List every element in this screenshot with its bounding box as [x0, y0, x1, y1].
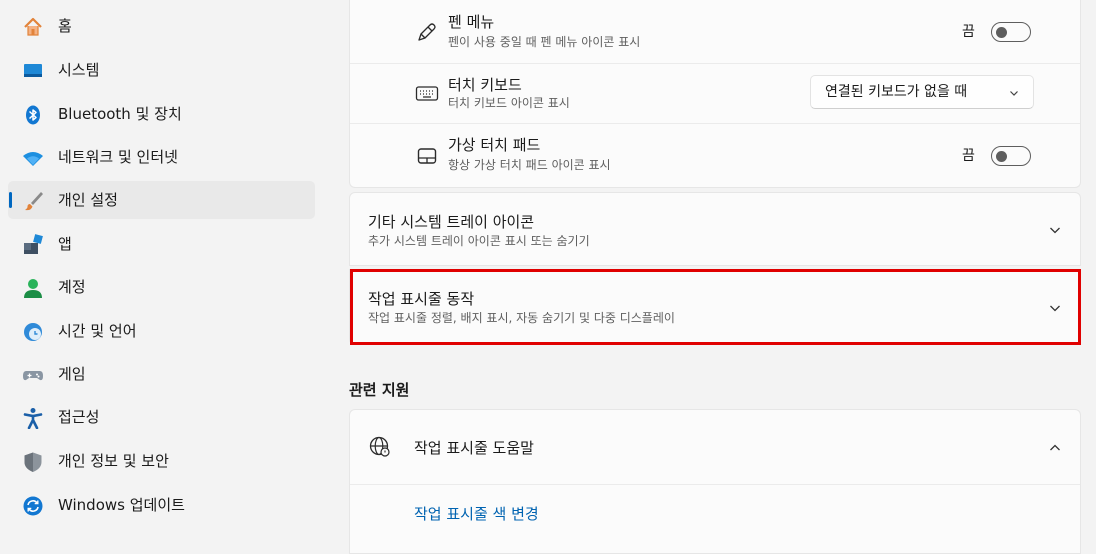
- update-icon: [22, 495, 44, 517]
- toggle-knob: [996, 27, 1007, 38]
- system-icon: [22, 60, 44, 82]
- sidebar-item-label: Windows 업데이트: [58, 496, 185, 514]
- accessibility-icon: [22, 407, 44, 429]
- sidebar-item-label: 홈: [58, 17, 72, 35]
- sidebar-item-label: 네트워크 및 인터넷: [58, 148, 178, 166]
- gamepad-icon: [22, 364, 44, 386]
- sidebar-item-label: 앱: [58, 235, 72, 253]
- pen-menu-toggle-state: 끔: [962, 24, 975, 40]
- chevron-up-icon: [1050, 444, 1060, 451]
- virtual-touchpad-toggle[interactable]: [991, 146, 1031, 166]
- sidebar-item-bluetooth[interactable]: Bluetooth 및 장치: [8, 95, 315, 133]
- pen-icon: [414, 19, 440, 45]
- sidebar-item-label: 계정: [58, 278, 86, 296]
- apps-icon: [22, 234, 44, 256]
- pen-menu-row: 펜 메뉴 펜이 사용 중일 때 펜 메뉴 아이콘 표시 끔: [350, 0, 1080, 63]
- sidebar-item-label: Bluetooth 및 장치: [58, 105, 182, 123]
- virtual-touchpad-toggle-state: 끔: [962, 148, 975, 164]
- time-language-icon: [22, 321, 44, 343]
- virtual-touchpad-row: 가상 터치 패드 항상 가상 터치 패드 아이콘 표시 끔: [350, 124, 1080, 187]
- sidebar-item-label: 개인 설정: [58, 191, 118, 209]
- sidebar-item-privacy[interactable]: 개인 정보 및 보안: [8, 442, 315, 480]
- touch-keyboard-dropdown[interactable]: 연결된 키보드가 없을 때: [810, 75, 1034, 109]
- keyboard-icon: [414, 80, 440, 106]
- chevron-down-icon: [1010, 91, 1018, 96]
- sidebar-item-label: 시스템: [58, 61, 100, 79]
- divider: [350, 484, 1080, 485]
- toggle-knob: [996, 151, 1007, 162]
- home-icon: [22, 16, 44, 38]
- navigation-sidebar: 홈 시스템 Bluetooth 및 장치 네트워크 및 인터넷 개인 설정 앱: [0, 0, 330, 545]
- bluetooth-icon: [22, 104, 44, 126]
- sidebar-item-apps[interactable]: 앱: [8, 225, 315, 263]
- sidebar-item-windows-update[interactable]: Windows 업데이트: [8, 486, 315, 524]
- account-icon: [22, 277, 44, 299]
- pen-menu-toggle[interactable]: [991, 22, 1031, 42]
- other-tray-icons-expander[interactable]: 기타 시스템 트레이 아이콘 추가 시스템 트레이 아이콘 표시 또는 숨기기: [349, 192, 1081, 266]
- shield-icon: [22, 451, 44, 473]
- chevron-down-icon: [1050, 227, 1060, 234]
- sidebar-item-gaming[interactable]: 게임: [8, 355, 315, 393]
- sidebar-item-time-language[interactable]: 시간 및 언어: [8, 312, 315, 350]
- sidebar-item-system[interactable]: 시스템: [8, 51, 315, 89]
- brush-icon: [22, 190, 44, 212]
- virtual-touchpad-title: 가상 터치 패드: [448, 136, 541, 154]
- touch-keyboard-subtitle: 터치 키보드 아이콘 표시: [448, 96, 570, 110]
- taskbar-help-header[interactable]: 작업 표시줄 도움말: [350, 410, 1080, 484]
- touchpad-icon: [414, 143, 440, 169]
- dropdown-value: 연결된 키보드가 없을 때: [825, 84, 968, 100]
- other-tray-title: 기타 시스템 트레이 아이콘: [368, 213, 535, 231]
- sidebar-item-home[interactable]: 홈: [8, 7, 315, 45]
- sidebar-item-personalization[interactable]: 개인 설정: [8, 181, 315, 219]
- wifi-icon: [22, 147, 44, 169]
- touch-keyboard-title: 터치 키보드: [448, 76, 522, 94]
- virtual-touchpad-subtitle: 항상 가상 터치 패드 아이콘 표시: [448, 158, 611, 172]
- sidebar-item-label: 시간 및 언어: [58, 322, 137, 340]
- globe-icon: [367, 434, 393, 460]
- pen-menu-title: 펜 메뉴: [448, 13, 495, 31]
- highlight-box: [350, 269, 1081, 345]
- sidebar-item-accounts[interactable]: 계정: [8, 268, 315, 306]
- related-support-heading: 관련 지원: [349, 381, 410, 399]
- sidebar-item-label: 개인 정보 및 보안: [58, 452, 169, 470]
- sidebar-item-network[interactable]: 네트워크 및 인터넷: [8, 138, 315, 176]
- taskbar-icons-card: 펜 메뉴 펜이 사용 중일 때 펜 메뉴 아이콘 표시 끔 터치 키보드 터치 …: [349, 0, 1081, 188]
- sidebar-item-label: 접근성: [58, 408, 100, 426]
- touch-keyboard-row: 터치 키보드 터치 키보드 아이콘 표시 연결된 키보드가 없을 때: [350, 64, 1080, 123]
- sidebar-item-label: 게임: [58, 365, 86, 383]
- taskbar-help-card: 작업 표시줄 도움말 작업 표시줄 색 변경: [349, 409, 1081, 554]
- selection-indicator: [9, 192, 12, 208]
- taskbar-help-title: 작업 표시줄 도움말: [414, 439, 534, 457]
- sidebar-item-accessibility[interactable]: 접근성: [8, 398, 315, 436]
- other-tray-subtitle: 추가 시스템 트레이 아이콘 표시 또는 숨기기: [368, 234, 590, 248]
- change-taskbar-color-link[interactable]: 작업 표시줄 색 변경: [414, 505, 539, 523]
- pen-menu-subtitle: 펜이 사용 중일 때 펜 메뉴 아이콘 표시: [448, 35, 641, 49]
